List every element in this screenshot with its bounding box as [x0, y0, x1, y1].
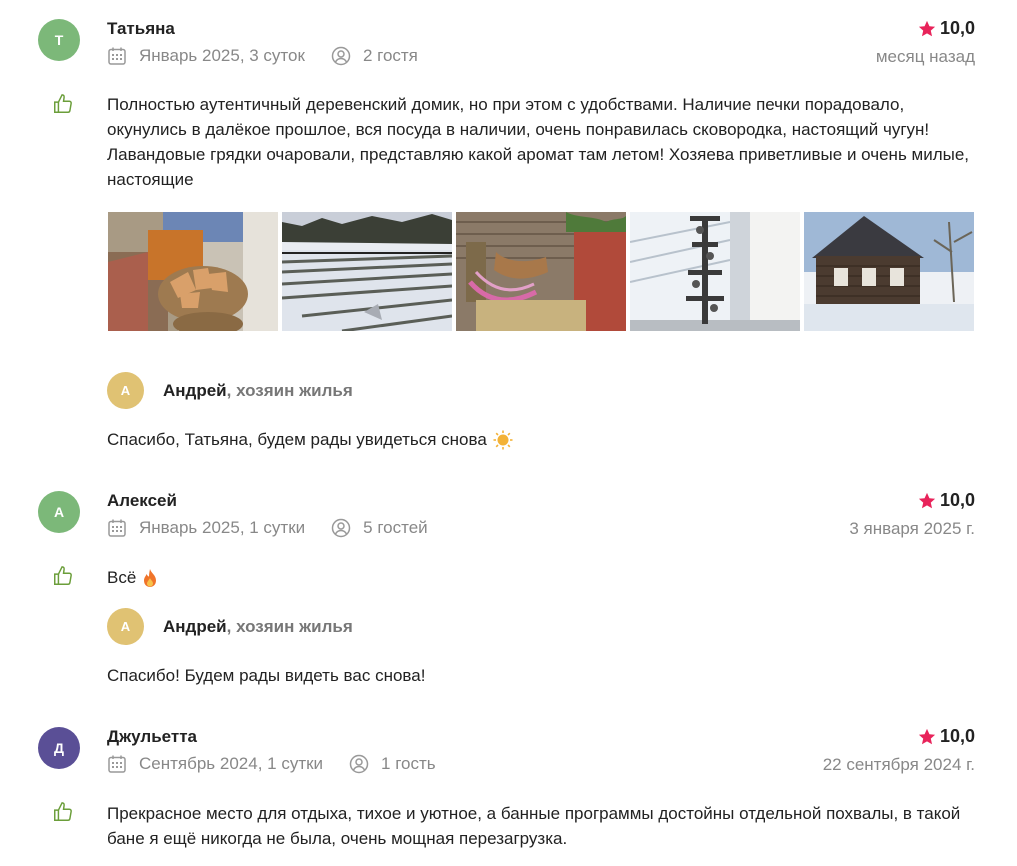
hammock-porch-photo[interactable]	[456, 212, 626, 331]
thumbs-up-icon	[54, 94, 72, 113]
stay-period: Январь 2025, 3 суток	[139, 46, 305, 65]
host-name-text: Андрей	[163, 381, 227, 400]
review-date: 3 января 2025 г.	[849, 519, 975, 538]
review-text: Полностью аутентичный деревенский домик,…	[107, 95, 970, 189]
guest-icon	[331, 518, 351, 538]
guest-count: 2 гостя	[362, 46, 418, 65]
avatar: Д	[38, 727, 80, 769]
window-decoration-photo[interactable]	[630, 212, 800, 331]
firewood-basket-photo[interactable]	[108, 212, 278, 331]
host-name: Андрей, хозяин жилья	[163, 381, 353, 401]
review-date: 22 сентября 2024 г.	[822, 755, 975, 774]
host-reply-text: Спасибо! Будем рады видеть вас снова!	[107, 666, 425, 686]
star-icon	[918, 492, 936, 508]
rating-value: 10,0	[939, 726, 975, 746]
sun-emoji-icon	[493, 430, 513, 450]
calendar-icon	[107, 46, 127, 66]
guest-count: 1 гость	[381, 754, 436, 773]
rating: 10,0	[918, 490, 975, 511]
review-date: месяц назад	[875, 47, 975, 66]
review-meta: Сентябрь 2024, 1 сутки 1 гость	[107, 754, 436, 774]
rating-value: 10,0	[939, 490, 975, 510]
reviewer-name: Джульетта	[107, 727, 197, 746]
calendar-icon	[107, 518, 127, 538]
reviewer-name: Алексей	[107, 491, 177, 510]
reviewer-name: Татьяна	[107, 19, 175, 38]
host-reply-text: Спасибо, Татьяна, будем рады увидеться с…	[107, 430, 513, 450]
calendar-icon	[107, 754, 127, 774]
star-icon	[918, 20, 936, 36]
rating: 10,0	[918, 18, 975, 39]
guest-count: 5 гостей	[363, 518, 428, 537]
review-meta: Январь 2025, 3 суток 2 гостя	[107, 46, 418, 66]
guest-icon	[331, 46, 351, 66]
stay-period: Сентябрь 2024, 1 сутки	[139, 754, 324, 773]
thumbs-up-icon	[54, 802, 72, 821]
review-photos	[108, 212, 974, 331]
host-avatar: А	[107, 372, 144, 409]
review-text-row: Всё	[107, 565, 987, 590]
host-avatar: А	[107, 608, 144, 645]
host-role: , хозяин жилья	[226, 381, 353, 400]
avatar: Т	[38, 19, 80, 61]
star-icon	[918, 728, 936, 744]
stay-period: Январь 2025, 1 сутки	[139, 518, 306, 537]
host-role: , хозяин жилья	[226, 617, 353, 636]
thumbs-up-icon	[54, 566, 72, 585]
rating: 10,0	[918, 726, 975, 747]
review-text: Прекрасное место для отдыха, тихое и уют…	[107, 804, 961, 848]
fire-emoji-icon	[144, 568, 157, 587]
host-reply-body: Спасибо, Татьяна, будем рады увидеться с…	[107, 430, 487, 449]
snowy-lavender-rows-photo[interactable]	[282, 212, 452, 331]
host-name-text: Андрей	[163, 617, 227, 636]
avatar: А	[38, 491, 80, 533]
host-name: Андрей, хозяин жилья	[163, 617, 353, 637]
host-reply-body: Спасибо! Будем рады видеть вас снова!	[107, 666, 426, 685]
wooden-house-photo[interactable]	[804, 212, 974, 331]
guest-icon	[349, 754, 369, 774]
review-text: Всё	[107, 568, 137, 587]
review-meta: Январь 2025, 1 сутки 5 гостей	[107, 518, 428, 538]
rating-value: 10,0	[939, 18, 975, 38]
